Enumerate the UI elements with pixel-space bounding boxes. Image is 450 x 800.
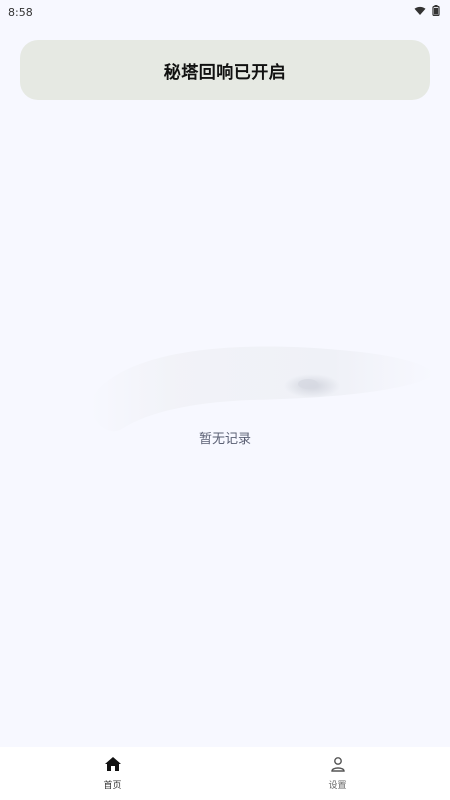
battery-icon	[432, 5, 440, 19]
nav-label-home: 首页	[103, 781, 122, 791]
app-screen: 8:58 秘塔回响已开启 暂无记录 首页 设置	[0, 0, 450, 800]
banner-text: 秘塔回响已开启	[163, 62, 287, 83]
nav-item-settings[interactable]: 设置	[278, 751, 398, 797]
home-icon	[104, 756, 122, 776]
bottom-navigation: 首页 设置	[0, 747, 450, 800]
echo-enabled-banner: 秘塔回响已开启	[20, 40, 430, 100]
user-icon	[329, 756, 347, 776]
nav-item-home[interactable]: 首页	[53, 751, 173, 797]
wifi-icon	[414, 6, 426, 19]
nav-label-settings: 设置	[328, 781, 347, 791]
status-icons	[414, 5, 440, 19]
status-bar: 8:58	[0, 0, 450, 24]
empty-state-text: 暂无记录	[198, 432, 251, 447]
status-time: 8:58	[8, 5, 33, 19]
